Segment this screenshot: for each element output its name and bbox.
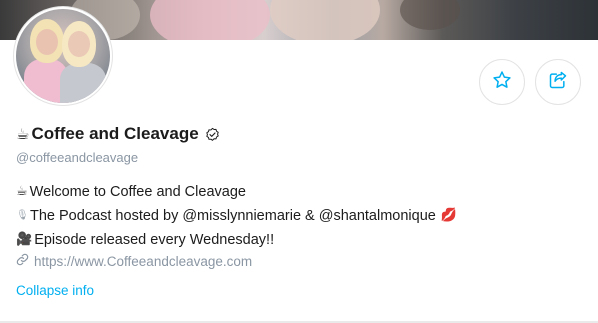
star-icon <box>492 70 512 95</box>
share-icon <box>548 70 568 95</box>
movie-camera-icon: 🎥 <box>16 232 33 247</box>
microphone-icon: 🎙 <box>16 210 29 221</box>
bio-text: Welcome to Coffee and Cleavage <box>29 184 246 200</box>
favorite-button[interactable] <box>479 59 525 105</box>
share-button[interactable] <box>535 59 581 105</box>
website-url[interactable]: https://www.Coffeeandcleavage.com <box>34 254 252 269</box>
avatar-image <box>16 9 110 103</box>
bio-text: Episode released every Wednesday!! <box>34 232 275 248</box>
coffee-icon: ☕ <box>16 184 28 199</box>
profile-bio: ☕ Welcome to Coffee and Cleavage 🎙 The P… <box>16 180 459 252</box>
lips-icon: 💋 <box>440 208 458 223</box>
bio-line: 🎥 Episode released every Wednesday!! <box>16 228 459 252</box>
avatar[interactable] <box>14 7 112 105</box>
coffee-icon: ☕ <box>16 124 30 143</box>
bio-line: ☕ Welcome to Coffee and Cleavage <box>16 180 459 204</box>
profile-name: Coffee and Cleavage <box>31 124 199 143</box>
profile-handle: @coffeeandcleavage <box>16 150 139 165</box>
website-link[interactable]: https://www.Coffeeandcleavage.com <box>16 253 252 269</box>
collapse-info-button[interactable]: Collapse info <box>16 283 94 298</box>
bio-text: The Podcast hosted by @misslynniemarie &… <box>30 208 436 224</box>
verified-badge-icon <box>205 127 220 142</box>
link-icon <box>16 253 34 269</box>
bio-line: 🎙 The Podcast hosted by @misslynniemarie… <box>16 204 459 228</box>
profile-name-row: ☕ Coffee and Cleavage <box>16 124 220 144</box>
